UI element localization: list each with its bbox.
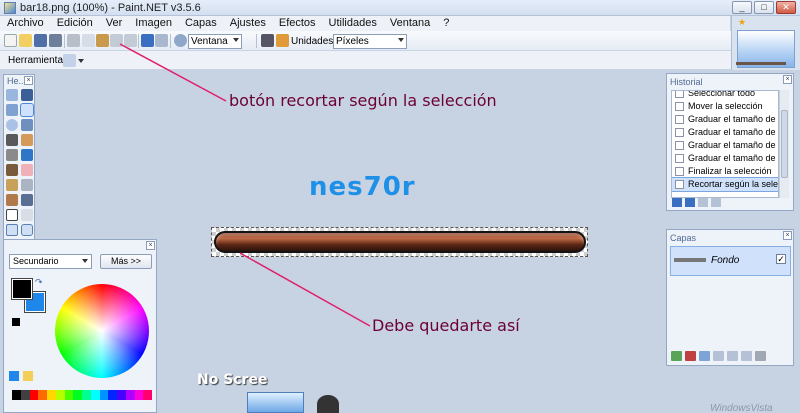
close-icon[interactable]: × — [24, 76, 33, 85]
undo-icon[interactable] — [685, 198, 695, 207]
merge-layer-icon[interactable] — [713, 351, 724, 361]
layers-panel: Capas × Fondo ✓ — [666, 229, 794, 366]
ellipse-select-tool-icon[interactable] — [6, 119, 18, 131]
desktop-screen-thumbnail — [247, 392, 304, 413]
finish-selection-icon — [675, 167, 684, 176]
more-colors-button[interactable]: Más >> — [100, 254, 152, 269]
colors-panel: × Secundario Más >> ↷ — [3, 239, 157, 413]
layer-name: Fondo — [711, 255, 740, 266]
history-item[interactable]: Seleccionar todo — [672, 91, 778, 100]
history-item[interactable]: Graduar el tamaño de ... — [672, 126, 778, 139]
duplicate-layer-icon[interactable] — [699, 351, 710, 361]
close-icon[interactable]: × — [783, 231, 792, 240]
close-icon[interactable]: × — [146, 241, 155, 250]
history-scrollbar[interactable] — [779, 90, 789, 198]
history-item[interactable]: Graduar el tamaño de ... — [672, 152, 778, 165]
primary-color-swatch[interactable] — [11, 278, 33, 300]
clone-stamp-tool-icon[interactable] — [6, 194, 18, 206]
move-layer-up-icon[interactable] — [727, 351, 738, 361]
rewind-icon[interactable] — [672, 198, 682, 207]
gear-icon — [317, 395, 339, 413]
layers-panel-title: Capas — [670, 233, 697, 243]
paintbrush-tool-icon[interactable] — [6, 164, 18, 176]
resize-selection-icon — [675, 128, 684, 137]
recolor-tool-icon[interactable] — [21, 194, 33, 206]
resize-selection-icon — [675, 115, 684, 124]
tools-grid — [4, 87, 34, 253]
crop-to-selection-icon — [675, 180, 684, 189]
history-buttons — [672, 198, 721, 207]
annotation-result: Debe quedarte así — [372, 316, 520, 335]
layer-visibility-checkbox[interactable]: ✓ — [776, 254, 786, 264]
colors-panel-header: × — [4, 240, 156, 252]
move-selection-icon — [675, 102, 684, 111]
pan-tool-icon[interactable] — [21, 134, 33, 146]
chevron-down-icon — [82, 259, 88, 263]
resize-selection-icon — [675, 141, 684, 150]
layer-row-fondo[interactable]: Fondo ✓ — [670, 246, 791, 276]
add-layer-icon[interactable] — [671, 351, 682, 361]
no-screen-label: No Scree — [197, 372, 268, 388]
history-panel: Historial × Seleccionar todo Mover la se… — [666, 73, 794, 211]
color-palette[interactable] — [12, 390, 152, 400]
history-item[interactable]: Graduar el tamaño de ... — [672, 113, 778, 126]
history-panel-title: Historial — [670, 77, 703, 87]
move-layer-down-icon[interactable] — [741, 351, 752, 361]
layer-thumbnail — [674, 258, 706, 262]
palette-menu-icon[interactable] — [23, 371, 33, 381]
magic-wand-tool-icon[interactable] — [6, 134, 18, 146]
resize-selection-icon — [675, 154, 684, 163]
color-mode-value: Secundario — [13, 256, 59, 266]
close-icon[interactable]: × — [783, 75, 792, 84]
rectangle-tool-icon[interactable] — [6, 224, 18, 236]
zoom-tool-icon[interactable] — [21, 119, 33, 131]
move-pixels-tool-icon[interactable] — [21, 89, 33, 101]
fast-forward-icon[interactable] — [711, 198, 721, 207]
paint-bucket-tool-icon[interactable] — [6, 149, 18, 161]
line-curve-tool-icon[interactable] — [21, 209, 33, 221]
arrow-line-bottom — [239, 252, 371, 327]
text-tool-icon[interactable] — [6, 209, 18, 221]
reset-colors-icon[interactable] — [12, 318, 20, 326]
swap-colors-icon[interactable]: ↷ — [35, 277, 43, 288]
tools-panel-header: He... × — [4, 75, 34, 87]
rounded-rectangle-tool-icon[interactable] — [21, 224, 33, 236]
history-panel-header: Historial × — [667, 74, 793, 88]
layer-properties-icon[interactable] — [755, 351, 766, 361]
redo-icon[interactable] — [698, 198, 708, 207]
color-picker-tool-icon[interactable] — [21, 179, 33, 191]
delete-layer-icon[interactable] — [685, 351, 696, 361]
pencil-tool-icon[interactable] — [6, 179, 18, 191]
annotation-crop-button: botón recortar según la selección — [229, 91, 497, 110]
layer-tools — [671, 351, 766, 361]
rectangle-select-tool-icon[interactable] — [6, 89, 18, 101]
select-all-icon — [675, 91, 684, 98]
layers-panel-header: Capas × — [667, 230, 793, 244]
eraser-tool-icon[interactable] — [21, 164, 33, 176]
windows-vista-watermark: WindowsVista — [710, 403, 773, 413]
history-scrollbar-thumb[interactable] — [781, 110, 788, 178]
history-item-selected[interactable]: Recortar según la sele... — [672, 177, 778, 192]
lasso-select-tool-icon[interactable] — [6, 104, 18, 116]
arrow-line-top — [119, 43, 227, 102]
tools-panel: He... × — [3, 74, 35, 260]
history-item[interactable]: Mover la selección — [672, 100, 778, 113]
history-list: Seleccionar todo Mover la selección Grad… — [671, 90, 779, 198]
color-wheel[interactable] — [55, 284, 149, 378]
palette-swatch-icon[interactable] — [9, 371, 19, 381]
history-item[interactable]: Finalizar la selección — [672, 165, 778, 178]
move-selection-tool-icon[interactable] — [20, 103, 34, 117]
history-item[interactable]: Graduar el tamaño de ... — [672, 139, 778, 152]
color-mode-select[interactable]: Secundario — [9, 254, 92, 269]
gradient-tool-icon[interactable] — [21, 149, 33, 161]
